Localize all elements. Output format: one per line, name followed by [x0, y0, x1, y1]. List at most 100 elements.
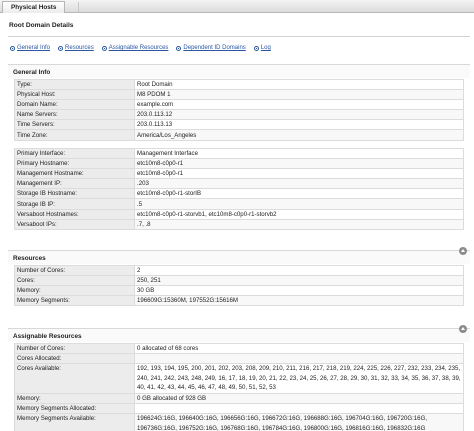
field-value: M8 PDOM 1 [134, 89, 464, 101]
table-row: Time Zone: America/Los_Angeles [14, 129, 464, 141]
section-title: Resources [13, 255, 46, 262]
table-row: Time Servers: 203.0.113.13 [14, 119, 464, 131]
table-row: Cores Available: 192, 193, 194, 195, 200,… [14, 363, 464, 394]
section-assignable-resources-header: Assignable Resources [8, 325, 470, 342]
general-info-table-2: Primary Interface: Management Interface P… [14, 147, 464, 230]
nav-link-assignable-resources[interactable]: Assignable Resources [101, 45, 168, 51]
field-value [134, 403, 464, 415]
tab-divider [78, 2, 88, 12]
section-resources-header: Resources [8, 247, 470, 264]
table-row: Cores: 250, 251 [14, 275, 464, 287]
field-value: etc10m8-c0p0-r1-storIB [134, 188, 464, 200]
field-label: Memory: [14, 285, 135, 297]
field-label: Management IP: [14, 178, 135, 190]
nav-link-log[interactable]: Log [253, 45, 271, 51]
table-row: Domain Name: example.com [14, 99, 464, 111]
field-label: Cores Available: [14, 363, 135, 394]
field-label: Primary Interface: [14, 147, 135, 160]
assignable-resources-table: Number of Cores: 0 allocated of 68 cores … [14, 342, 464, 431]
field-label: Memory Segments Available: [14, 413, 135, 431]
field-value: 30 GB [134, 285, 464, 297]
link-bullet-icon [176, 45, 182, 51]
section-general-info-header: General Info [8, 64, 470, 78]
field-value [134, 353, 464, 365]
field-label: Memory Segments Allocated: [14, 403, 135, 415]
field-label: Versaboot IPs: [14, 218, 135, 230]
link-bullet-icon [58, 45, 64, 51]
table-row: Physical Host: M8 PDOM 1 [14, 89, 464, 101]
field-value: Management Interface [134, 147, 464, 160]
nav-link-general-info[interactable]: General Info [10, 45, 50, 51]
table-row: Number of Cores: 2 [14, 264, 464, 277]
field-label: Storage IB IP: [14, 198, 135, 210]
table-row: Management Hostname: etc10m8-c0p0-r1 [14, 168, 464, 180]
field-label: Cores: [14, 275, 135, 287]
table-row: Versaboot Hostnames: etc10m8-c0p0-r1-stor… [14, 208, 464, 220]
field-label: Name Servers: [14, 109, 135, 121]
title-divider [8, 36, 470, 37]
field-value: 196624G:16G, 196640G:16G, 196656G:16G, 1… [134, 413, 464, 431]
field-value: 203.0.113.13 [134, 119, 464, 131]
table-row: Memory Segments Allocated: [14, 403, 464, 415]
field-label: Cores Allocated: [14, 353, 135, 365]
table-row: Storage IB IP: .5 [14, 198, 464, 210]
table-row: Storage IB Hostname: etc10m8-c0p0-r1-stor… [14, 188, 464, 200]
field-value: etc10m8-c0p0-r1 [134, 158, 464, 170]
table-row: Management IP: .203 [14, 178, 464, 190]
link-bullet-icon [101, 45, 107, 51]
field-value: etc10m8-c0p0-r1 [134, 168, 464, 180]
field-value: .5 [134, 198, 464, 210]
field-label: Domain Name: [14, 99, 135, 111]
field-label: Number of Cores: [14, 342, 135, 355]
table-row: Number of Cores: 0 allocated of 68 cores [14, 342, 464, 355]
field-label: Primary Hostname: [14, 158, 135, 170]
tab-physical-hosts[interactable]: Physical Hosts [2, 1, 66, 13]
field-label: Memory Segments: [14, 295, 135, 307]
table-row: Memory: 30 GB [14, 285, 464, 297]
table-row: Name Servers: 203.0.113.12 [14, 109, 464, 121]
link-bullet-icon [10, 45, 15, 51]
field-label: Time Zone: [14, 129, 135, 141]
field-value: example.com [134, 99, 464, 111]
field-value: Root Domain [134, 78, 464, 91]
table-row: Memory Segments Available: 196624G:16G, 1… [14, 413, 464, 431]
field-label: Memory: [14, 392, 135, 405]
table-row: Primary Interface: Management Interface [14, 147, 464, 160]
field-label: Type: [14, 78, 135, 91]
field-value: 0 GB allocated of 928 GB [134, 392, 464, 405]
window-titlebar: Physical Hosts [0, 0, 474, 13]
field-label: Time Servers: [14, 119, 135, 131]
field-value: .203 [134, 178, 464, 190]
field-label: Storage IB Hostname: [14, 188, 135, 200]
table-row: Primary Hostname: etc10m8-c0p0-r1 [14, 158, 464, 170]
field-label: Management Hostname: [14, 168, 135, 180]
field-value: .7, .8 [134, 218, 464, 230]
field-value: 192, 193, 194, 195, 200, 201, 202, 203, … [134, 363, 464, 394]
resources-table: Number of Cores: 2 Cores: 250, 251 Memory:… [14, 264, 464, 307]
field-label: Number of Cores: [14, 264, 135, 277]
field-label: Physical Host: [14, 89, 135, 101]
field-value: 203.0.113.12 [134, 109, 464, 121]
field-value: 0 allocated of 68 cores [134, 342, 464, 355]
field-value: 250, 251 [134, 275, 464, 287]
collapse-icon[interactable] [459, 325, 467, 333]
table-row: Type: Root Domain [14, 78, 464, 91]
field-label: Versaboot Hostnames: [14, 208, 135, 220]
field-value: 196609G:15360M, 197552G:15616M [134, 295, 464, 307]
link-bullet-icon [253, 45, 259, 51]
field-value: America/Los_Angeles [134, 129, 464, 141]
nav-link-resources[interactable]: Resources [58, 45, 94, 51]
section-title: Assignable Resources [13, 333, 82, 340]
general-info-table-1: Type: Root Domain Physical Host: M8 PDOM 1… [14, 78, 464, 141]
table-row: Memory: 0 GB allocated of 928 GB [14, 392, 464, 405]
section-title: General Info [13, 69, 51, 76]
section-nav: General Info Resources Assignable Resour… [10, 45, 271, 51]
table-row: Cores Allocated: [14, 353, 464, 365]
field-value: etc10m8-c0p0-r1-storvb1, etc10m8-c0p0-r1… [134, 208, 464, 220]
collapse-icon[interactable] [459, 247, 467, 255]
page-title: Root Domain Details [9, 22, 74, 29]
field-value: 2 [134, 264, 464, 277]
table-row: Memory Segments: 196609G:15360M, 197552G:… [14, 295, 464, 307]
nav-link-dependent-id-domains[interactable]: Dependent ID Domains [176, 45, 246, 51]
table-row: Versaboot IPs: .7, .8 [14, 218, 464, 230]
